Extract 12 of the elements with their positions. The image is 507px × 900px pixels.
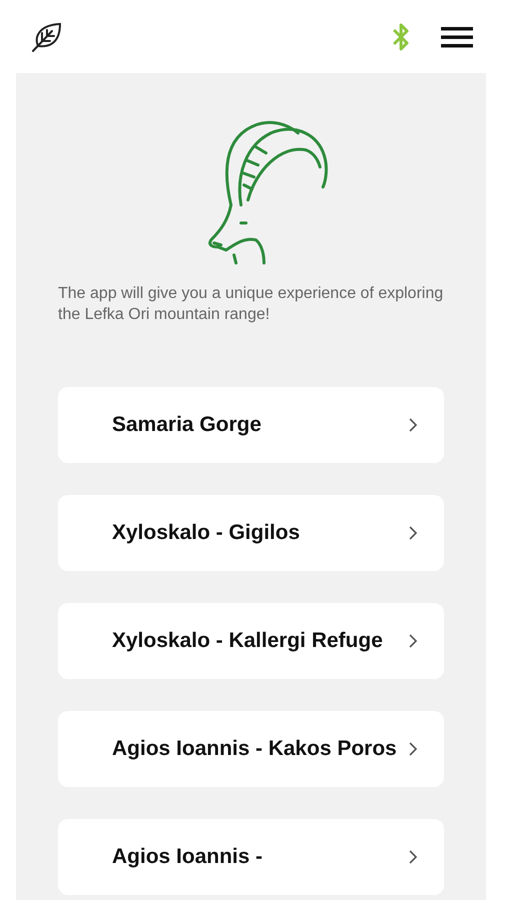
menu-icon[interactable] bbox=[441, 24, 473, 48]
chevron-icon bbox=[408, 525, 418, 541]
chevron-icon bbox=[408, 849, 418, 865]
chevron-icon bbox=[408, 633, 418, 649]
route-button[interactable]: Samaria Gorge bbox=[58, 387, 444, 463]
intro-text: The app will give you a unique experience of exploring the Lefka Ori mountain range! bbox=[58, 284, 444, 325]
route-button[interactable]: Agios Ioannis - bbox=[58, 819, 444, 895]
chevron-icon bbox=[408, 741, 418, 757]
chevron-icon bbox=[408, 417, 418, 433]
route-button[interactable]: Agios Ioannis - Kakos Poros bbox=[58, 711, 444, 787]
route-button[interactable]: Xyloskalo - Kallergi Refuge bbox=[58, 603, 444, 679]
route-button[interactable]: Xyloskalo - Gigilos bbox=[58, 495, 444, 571]
